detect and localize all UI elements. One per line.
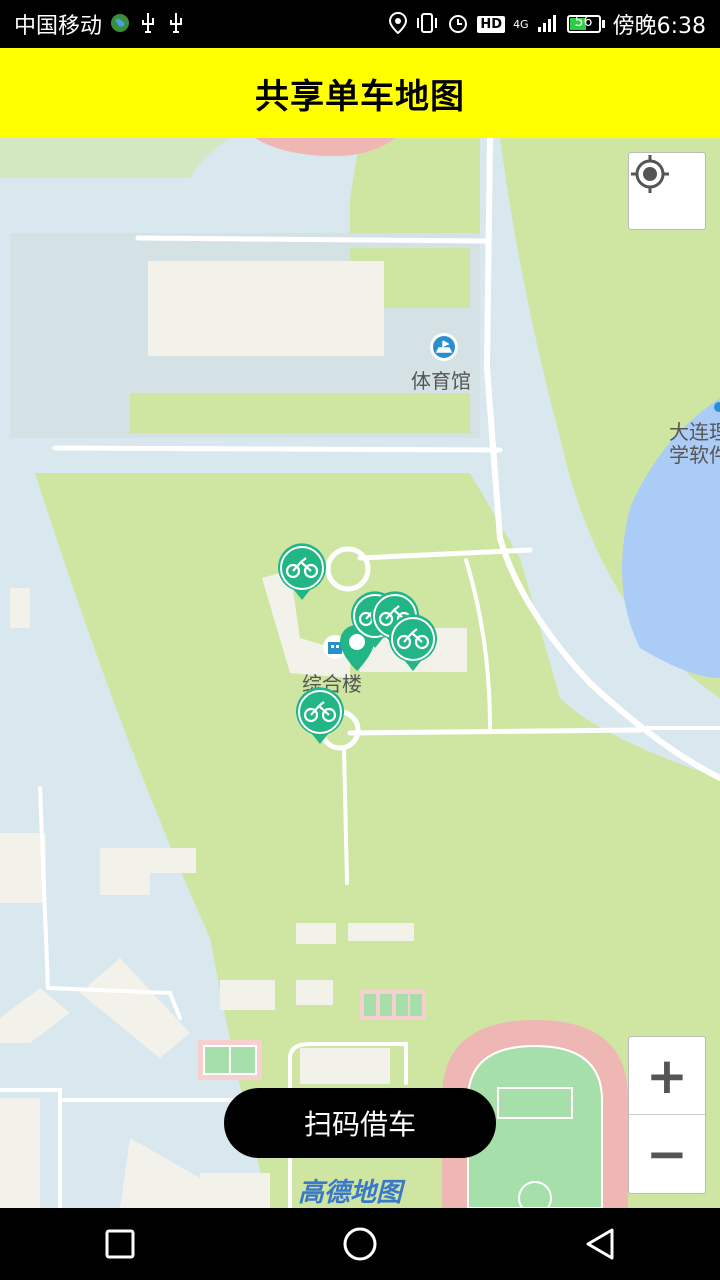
- recent-apps-button[interactable]: [80, 1208, 160, 1280]
- university-label: 大连理 学软件: [669, 421, 720, 467]
- vibrate-icon: [415, 12, 439, 37]
- alarm-icon: [447, 12, 469, 37]
- title-bar: 共享单车地图: [0, 48, 720, 138]
- bike-marker-icon[interactable]: [294, 686, 346, 746]
- page-title: 共享单车地图: [255, 76, 465, 117]
- home-button[interactable]: [320, 1208, 400, 1280]
- circle-icon: [343, 1227, 377, 1261]
- gym-label: 体育馆: [411, 369, 471, 393]
- university-label-line1: 大连理: [669, 420, 720, 444]
- carrier-name: 中国移动: [14, 14, 103, 39]
- location-icon: [389, 11, 408, 37]
- globe-icon: [110, 13, 130, 36]
- university-label-line2: 学软件: [669, 443, 720, 467]
- navigation-bar: [0, 1208, 720, 1280]
- battery-icon: 56: [566, 14, 605, 33]
- back-triangle-icon: [586, 1228, 614, 1260]
- crosshair-icon: [631, 155, 669, 193]
- status-right: HD 4G 56 傍晚6:38: [389, 8, 720, 40]
- university-poi-icon[interactable]: [712, 400, 720, 414]
- hd-badge: HD: [477, 15, 506, 33]
- zoom-out-button[interactable]: −: [629, 1115, 705, 1192]
- map-view[interactable]: 体育馆 综合楼 大连理 学软件 + − 扫码借车 高德地图: [0, 138, 720, 1208]
- bike-marker-icon[interactable]: [276, 542, 328, 602]
- zoom-in-button[interactable]: +: [629, 1037, 705, 1115]
- bike-marker-icon[interactable]: [387, 613, 439, 673]
- square-icon: [105, 1229, 135, 1259]
- signal-icon: [537, 13, 559, 36]
- back-button[interactable]: [560, 1208, 640, 1280]
- clock: 傍晚6:38: [612, 14, 706, 39]
- network-type: 4G: [513, 17, 529, 31]
- zoom-control: + −: [628, 1036, 706, 1194]
- status-bar: 中国移动 HD 4G 56 傍晚6:38: [0, 0, 720, 48]
- status-left: 中国移动: [0, 8, 186, 40]
- scan-to-borrow-button[interactable]: 扫码借车: [224, 1088, 496, 1158]
- amap-logo: 高德地图: [298, 1178, 403, 1208]
- battery-level: 56: [574, 14, 593, 30]
- locate-me-button[interactable]: [628, 152, 706, 230]
- gym-poi-icon[interactable]: [429, 332, 459, 362]
- usb-debug-icon: [166, 12, 186, 37]
- usb-icon: [138, 12, 158, 37]
